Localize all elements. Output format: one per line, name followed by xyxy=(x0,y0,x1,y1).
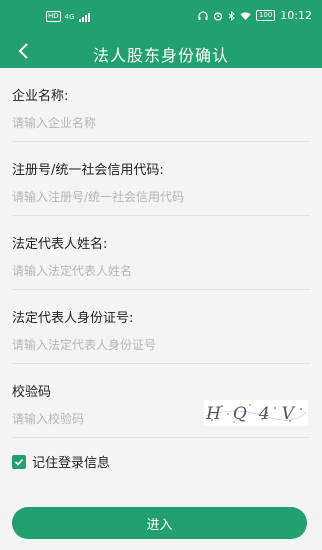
legal-rep-id-label: 法定代表人身份证号: xyxy=(12,311,134,326)
status-time: 10:12 xyxy=(280,9,312,22)
nav-bar: 法人股东身份确认 xyxy=(0,34,322,68)
status-right: 100 10:12 xyxy=(198,9,312,22)
battery-icon: 100 xyxy=(255,10,276,21)
remember-login-row[interactable]: 记住登录信息 xyxy=(12,452,110,471)
remember-checkbox[interactable] xyxy=(12,454,26,469)
legal-rep-name-label: 法定代表人姓名: xyxy=(12,237,108,252)
legal-rep-id-field: 法定代表人身份证号: xyxy=(12,290,310,364)
identity-form: 企业名称: 注册号/统一社会信用代码: 法定代表人姓名: 法定代表人身份证号: … xyxy=(0,68,322,438)
registration-number-field: 注册号/统一社会信用代码: xyxy=(12,142,310,216)
status-left: HD 4G xyxy=(46,11,90,22)
signal-icon xyxy=(78,12,90,22)
captcha-image[interactable]: HQ4V xyxy=(204,400,308,426)
captcha-graphic: HQ4V xyxy=(204,400,308,426)
app-header: HD 4G 100 10:12 法人股东身份确认 xyxy=(0,0,322,68)
legal-rep-name-input[interactable] xyxy=(12,260,310,282)
network-label: 4G xyxy=(64,12,75,21)
legal-rep-id-input[interactable] xyxy=(12,334,310,356)
captcha-label: 校验码 xyxy=(12,385,52,400)
remember-label: 记住登录信息 xyxy=(32,456,111,471)
hd-badge: HD xyxy=(46,11,61,22)
wifi-icon xyxy=(240,11,251,20)
registration-number-input[interactable] xyxy=(12,186,310,208)
alarm-icon xyxy=(213,11,223,21)
company-name-label: 企业名称: xyxy=(12,89,69,104)
company-name-field: 企业名称: xyxy=(12,68,310,142)
bluetooth-icon xyxy=(228,10,235,21)
headphones-icon xyxy=(198,10,208,20)
captcha-field: 校验码 HQ4V xyxy=(12,364,310,438)
checkmark-icon xyxy=(14,458,24,466)
registration-number-label: 注册号/统一社会信用代码: xyxy=(12,163,164,178)
company-name-input[interactable] xyxy=(12,112,310,134)
captcha-input[interactable] xyxy=(12,408,192,430)
enter-button[interactable]: 进入 xyxy=(12,507,307,539)
page-title: 法人股东身份确认 xyxy=(92,46,229,65)
legal-rep-name-field: 法定代表人姓名: xyxy=(12,216,310,290)
captcha-text: HQ4V xyxy=(205,404,306,424)
status-bar: HD 4G 100 10:12 xyxy=(0,0,322,34)
